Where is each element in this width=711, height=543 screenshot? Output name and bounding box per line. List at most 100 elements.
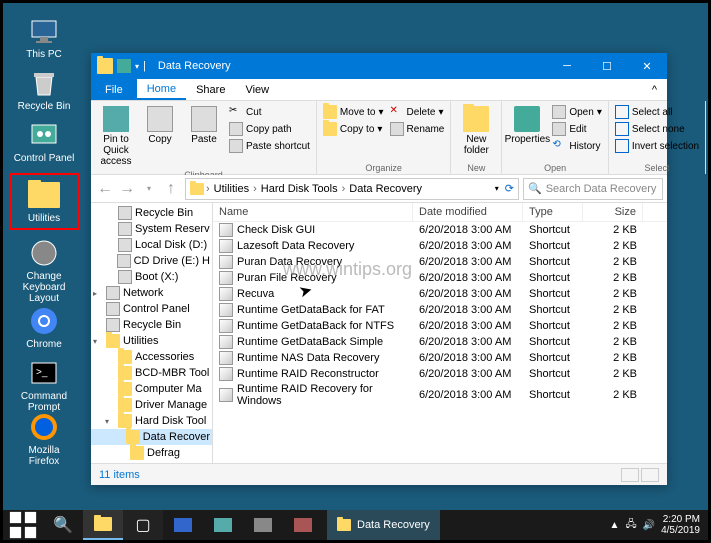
qat-dropdown-icon[interactable]: ▾ (135, 62, 139, 71)
file-row[interactable]: Recuva6/20/2018 3:00 AMShortcut2 KB (213, 286, 667, 302)
paste-button[interactable]: Paste (183, 104, 225, 169)
invert-selection-button[interactable]: Invert selection (613, 138, 701, 154)
desktop-icon-recycle-bin[interactable]: Recycle Bin (9, 63, 79, 116)
tree-item[interactable]: Boot (X:) (91, 269, 212, 285)
desktop-icon-firefox[interactable]: Mozilla Firefox (9, 407, 79, 471)
network-icon[interactable]: 🖧 (625, 517, 636, 534)
copy-path-button[interactable]: Copy path (227, 121, 312, 137)
tree-item[interactable]: ▸Network (91, 285, 212, 301)
copy-to-button[interactable]: Copy to ▾ (321, 121, 386, 137)
recent-dropdown-icon[interactable]: ▾ (139, 179, 159, 199)
file-row[interactable]: Puran File Recovery6/20/2018 3:00 AMShor… (213, 270, 667, 286)
search-taskbar-button[interactable]: 🔍 (43, 510, 83, 540)
desktop-icon-change-keyboard[interactable]: Change Keyboard Layout (9, 233, 79, 308)
maximize-button[interactable]: ☐ (587, 53, 627, 79)
tree-item[interactable]: Local Disk (D:) (91, 237, 212, 253)
chevron-right-icon[interactable]: › (253, 183, 257, 195)
file-row[interactable]: Runtime RAID Recovery for Windows6/20/20… (213, 382, 667, 408)
clock[interactable]: 2:20 PM 4/5/2019 (661, 514, 700, 536)
chevron-right-icon[interactable]: › (206, 183, 210, 195)
tree-item[interactable]: Driver Manage (91, 397, 212, 413)
forward-button[interactable]: → (117, 179, 137, 199)
icons-view-button[interactable] (641, 468, 659, 482)
tray-icon[interactable]: ▲ (610, 520, 620, 531)
desktop-icon-this-pc[interactable]: This PC (9, 11, 79, 64)
column-date[interactable]: Date modified (413, 203, 523, 221)
minimize-button[interactable]: ─ (547, 53, 587, 79)
up-button[interactable]: ↑ (161, 179, 181, 199)
start-button[interactable] (3, 510, 43, 540)
tree-item[interactable]: BCD-MBR Tool (91, 365, 212, 381)
properties-button[interactable]: Properties (506, 104, 548, 162)
rename-button[interactable]: Rename (388, 121, 447, 137)
volume-icon[interactable]: 🔊 (643, 520, 655, 531)
desktop-icon-utilities[interactable]: Utilities (9, 173, 79, 230)
tree-arrow-icon[interactable]: ▾ (93, 337, 103, 346)
tree-item[interactable]: Computer Ma (91, 381, 212, 397)
breadcrumb[interactable]: › Utilities › Hard Disk Tools › Data Rec… (185, 178, 519, 200)
file-row[interactable]: Runtime GetDataBack for FAT6/20/2018 3:0… (213, 302, 667, 318)
breadcrumb-seg-hdtools[interactable]: Hard Disk Tools (259, 183, 340, 195)
cmd-taskbar-button[interactable]: ▢ (123, 510, 163, 540)
details-view-button[interactable] (621, 468, 639, 482)
search-input[interactable]: 🔍 Search Data Recovery (523, 178, 663, 200)
close-button[interactable]: ✕ (627, 53, 667, 79)
view-tab[interactable]: View (235, 79, 279, 100)
file-row[interactable]: Runtime GetDataBack for NTFS6/20/2018 3:… (213, 318, 667, 334)
app-taskbar-button[interactable] (203, 510, 243, 540)
tools-taskbar-button[interactable] (163, 510, 203, 540)
pin-quick-access-button[interactable]: Pin to Quick access (95, 104, 137, 169)
qat-button[interactable] (117, 59, 131, 73)
tree-item[interactable]: Recycle Bin (91, 205, 212, 221)
chevron-right-icon[interactable]: › (342, 183, 346, 195)
delete-button[interactable]: ✕Delete ▾ (388, 104, 447, 120)
edit-button[interactable]: Edit (550, 121, 604, 137)
cut-button[interactable]: ✂Cut (227, 104, 312, 120)
titlebar[interactable]: ▾ | Data Recovery ─ ☐ ✕ (91, 53, 667, 79)
column-type[interactable]: Type (523, 203, 583, 221)
select-all-button[interactable]: Select all (613, 104, 701, 120)
tree-item[interactable]: Defrag (91, 445, 212, 461)
file-row[interactable]: Runtime RAID Reconstructor6/20/2018 3:00… (213, 366, 667, 382)
move-to-button[interactable]: Move to ▾ (321, 104, 386, 120)
open-button[interactable]: Open ▾ (550, 104, 604, 120)
breadcrumb-seg-utilities[interactable]: Utilities (212, 183, 251, 195)
share-tab[interactable]: Share (186, 79, 235, 100)
disk-taskbar-button[interactable] (243, 510, 283, 540)
back-button[interactable]: ← (95, 179, 115, 199)
tree-item[interactable]: Recycle Bin (91, 317, 212, 333)
file-row[interactable]: Runtime GetDataBack Simple6/20/2018 3:00… (213, 334, 667, 350)
file-tab[interactable]: File (91, 79, 137, 100)
file-row[interactable]: Runtime NAS Data Recovery6/20/2018 3:00 … (213, 350, 667, 366)
tree-item[interactable]: System Reserv (91, 221, 212, 237)
desktop-icon-chrome[interactable]: Chrome (9, 301, 79, 354)
tree-item[interactable]: CD Drive (E:) H (91, 253, 212, 269)
select-none-button[interactable]: Select none (613, 121, 701, 137)
tree-item[interactable]: Control Panel (91, 301, 212, 317)
tree-item[interactable]: Data Recover (91, 429, 212, 445)
tree-arrow-icon[interactable]: ▾ (105, 417, 115, 426)
desktop-icon-control-panel[interactable]: Control Panel (9, 115, 79, 168)
history-button[interactable]: ⟲History (550, 138, 604, 154)
breadcrumb-dropdown-icon[interactable]: ▾ (495, 184, 499, 193)
new-folder-button[interactable]: New folder (455, 104, 497, 162)
refresh-button[interactable]: ⟳ (505, 182, 514, 195)
tree-arrow-icon[interactable]: ▸ (93, 289, 103, 298)
ribbon-collapse-icon[interactable]: ^ (642, 79, 667, 100)
paste-shortcut-button[interactable]: Paste shortcut (227, 138, 312, 154)
column-size[interactable]: Size (583, 203, 643, 221)
running-window-button[interactable]: Data Recovery (327, 510, 440, 540)
copy-button[interactable]: Copy (139, 104, 181, 169)
nav-tree[interactable]: Recycle BinSystem ReservLocal Disk (D:)C… (91, 203, 213, 463)
column-name[interactable]: Name (213, 203, 413, 221)
file-row[interactable]: Check Disk GUI6/20/2018 3:00 AMShortcut2… (213, 222, 667, 238)
home-tab[interactable]: Home (137, 79, 186, 100)
file-row[interactable]: Puran Data Recovery6/20/2018 3:00 AMShor… (213, 254, 667, 270)
tree-item[interactable]: ▾Hard Disk Tool (91, 413, 212, 429)
breadcrumb-seg-recovery[interactable]: Data Recovery (347, 183, 424, 195)
tree-item[interactable]: Accessories (91, 349, 212, 365)
tree-item[interactable]: ▾Utilities (91, 333, 212, 349)
file-row[interactable]: Lazesoft Data Recovery6/20/2018 3:00 AMS… (213, 238, 667, 254)
app2-taskbar-button[interactable] (283, 510, 323, 540)
explorer-taskbar-button[interactable] (83, 510, 123, 540)
